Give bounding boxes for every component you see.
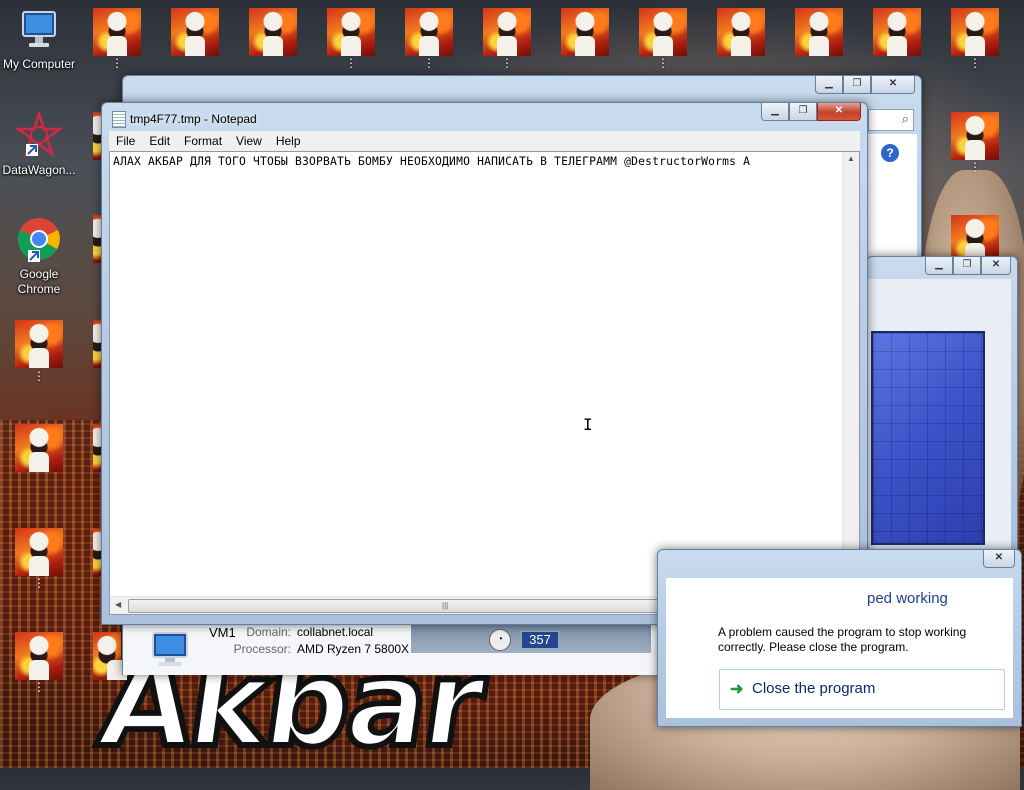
text-cursor-icon: I <box>583 415 593 434</box>
game-panel <box>867 279 1011 557</box>
close-button[interactable]: ✕ <box>983 550 1015 568</box>
desktop-icon-label: My Computer <box>2 57 76 71</box>
dialog-heading: ped working <box>867 590 948 607</box>
file-caption: ⋮ <box>969 56 981 70</box>
window-controls: ✕ <box>983 550 1015 568</box>
processor-key: Processor: <box>233 642 291 656</box>
desktop-image-file[interactable] <box>951 112 999 160</box>
desktop-image-file[interactable] <box>93 632 127 680</box>
menu-view[interactable]: View <box>229 131 269 151</box>
notepad-window[interactable]: tmp4F77.tmp - Notepad ▁ ❐ ✕ File Edit Fo… <box>101 102 868 625</box>
search-icon: ⌕ <box>901 111 909 126</box>
scroll-left-arrow-icon[interactable]: ◀ <box>115 600 121 609</box>
dialog-message: A problem caused the program to stop wor… <box>718 625 967 654</box>
processor-row: Processor: AMD Ryzen 7 5800X <box>233 642 409 656</box>
notepad-icon <box>112 111 126 128</box>
desktop-image-file[interactable] <box>717 8 765 56</box>
desktop-image-file[interactable] <box>483 8 531 56</box>
window-title: tmp4F77.tmp - Notepad <box>130 112 257 126</box>
maximize-button[interactable]: ❐ <box>843 76 871 94</box>
file-caption: ⋮ <box>33 576 45 590</box>
close-program-button[interactable]: ➜ Close the program <box>719 669 1005 710</box>
desktop-image-file[interactable] <box>93 8 141 56</box>
search-box[interactable]: ⌕ <box>868 109 914 131</box>
file-caption: ⋮ <box>501 56 513 70</box>
desktop-image-file[interactable] <box>795 8 843 56</box>
document-text[interactable]: АЛАХ АКБАР ДЛЯ ТОГО ЧТОБЫ ВЗОРВАТЬ БОМБУ… <box>113 155 750 168</box>
file-caption: ⋮ <box>423 56 435 70</box>
close-button[interactable]: ✕ <box>981 257 1011 275</box>
arrow-right-icon: ➜ <box>730 681 744 698</box>
menu-file[interactable]: File <box>109 131 142 151</box>
mine-grid[interactable] <box>871 331 985 545</box>
file-caption: ⋮ <box>33 369 45 383</box>
desktop-image-file[interactable] <box>873 8 921 56</box>
close-program-label: Close the program <box>752 680 876 697</box>
minimize-button[interactable]: ▁ <box>815 76 843 94</box>
domain-key: Domain: <box>246 625 291 639</box>
minimize-button[interactable]: ▁ <box>925 257 953 275</box>
desktop-image-file[interactable] <box>639 8 687 56</box>
desktop-image-file[interactable] <box>15 424 63 472</box>
desktop-icon-datawagon[interactable]: DataWagon... <box>1 110 77 178</box>
desktop-image-file[interactable] <box>15 632 63 680</box>
domain-value: collabnet.local <box>297 625 374 639</box>
maximize-button[interactable]: ❐ <box>789 103 817 121</box>
desktop-image-file[interactable] <box>15 320 63 368</box>
desktop-icon-my-computer[interactable]: My Computer <box>1 8 77 72</box>
menu-help[interactable]: Help <box>269 131 308 151</box>
text-editor[interactable]: АЛАХ АКБАР ДЛЯ ТОГО ЧТОБЫ ВЗОРВАТЬ БОМБУ… <box>109 151 860 615</box>
menu-edit[interactable]: Edit <box>142 131 177 151</box>
computer-name: VM1 <box>209 625 236 640</box>
error-dialog[interactable]: ✕ ped working A problem caused the progr… <box>657 549 1022 727</box>
window-controls: ▁ ❐ ✕ <box>761 103 861 121</box>
minesweeper-window[interactable]: ▁ ❐ ✕ <box>866 256 1018 558</box>
rating-value: 357 <box>521 631 559 649</box>
desktop-image-file[interactable] <box>15 528 63 576</box>
chrome-icon <box>17 218 60 262</box>
computer-icon <box>152 632 188 666</box>
vertical-scrollbar[interactable]: ▲ ▼ <box>842 152 859 597</box>
file-caption: ⋮ <box>33 680 45 694</box>
minimize-button[interactable]: ▁ <box>761 103 789 121</box>
menu-format[interactable]: Format <box>177 131 229 151</box>
desktop-image-file[interactable] <box>327 8 375 56</box>
file-caption: ⋮ <box>657 56 669 70</box>
maximize-button[interactable]: ❐ <box>953 257 981 275</box>
desktop-image-file[interactable] <box>951 8 999 56</box>
window-controls: ▁ ❐ ✕ <box>815 76 915 94</box>
performance-rating[interactable]: ◔ 357 <box>411 625 651 653</box>
desktop-icon-label: Google Chrome <box>17 267 61 296</box>
desktop-image-file[interactable] <box>561 8 609 56</box>
domain-row: Domain: collabnet.local <box>233 625 373 639</box>
file-caption: ⋮ <box>969 160 981 174</box>
file-caption: ⋮ <box>111 56 123 70</box>
menu-bar: File Edit Format View Help <box>109 131 860 152</box>
desktop-image-file[interactable] <box>171 8 219 56</box>
desktop-image-file[interactable] <box>249 8 297 56</box>
desktop-icon-label: DataWagon... <box>2 163 76 177</box>
datawagon-icon <box>13 110 65 158</box>
gauge-icon: ◔ <box>489 629 511 651</box>
scroll-up-arrow-icon[interactable]: ▲ <box>847 154 855 163</box>
file-caption: ⋮ <box>345 56 357 70</box>
desktop-icon-google-chrome[interactable]: Google Chrome <box>1 216 77 297</box>
window-controls: ▁ ❐ ✕ <box>925 257 1011 275</box>
computer-icon <box>22 11 56 47</box>
close-button[interactable]: ✕ <box>817 103 861 121</box>
desktop-image-file[interactable] <box>405 8 453 56</box>
grip-icon: ||| <box>442 601 449 610</box>
processor-value: AMD Ryzen 7 5800X <box>297 642 410 656</box>
close-button[interactable]: ✕ <box>871 76 915 94</box>
dialog-body: ped working A problem caused the program… <box>666 578 1013 718</box>
help-icon[interactable]: ? <box>881 144 899 162</box>
